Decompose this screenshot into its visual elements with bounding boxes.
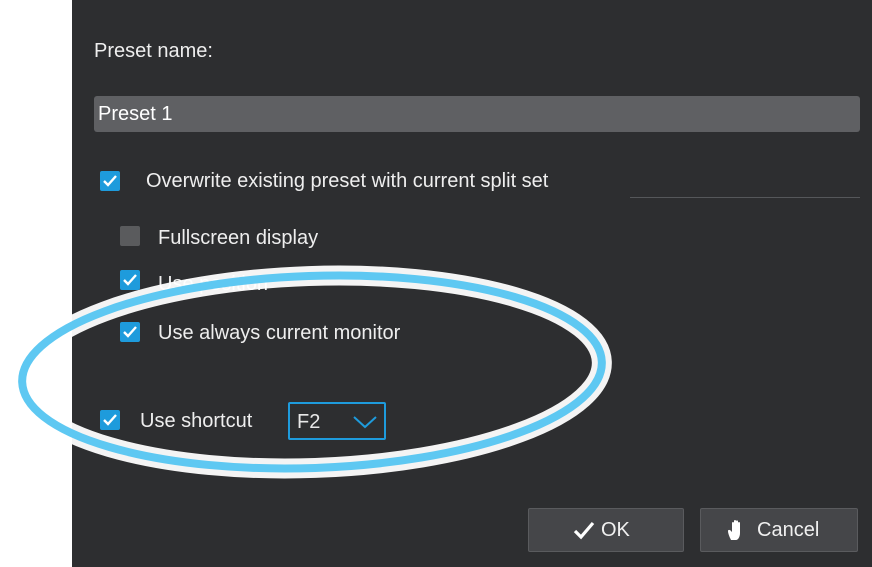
check-icon: [103, 414, 117, 426]
overwrite-underline: [630, 197, 860, 198]
shortcut-label: Use shortcut: [140, 410, 253, 432]
fullscreen-checkbox[interactable]: [120, 226, 140, 246]
hand-icon: [728, 519, 740, 540]
fullscreen-label: Fullscreen display: [158, 227, 319, 249]
cancel-label: Cancel: [757, 519, 820, 541]
preset-name-label: Preset name:: [94, 40, 213, 62]
check-icon: [123, 274, 137, 286]
ok-label: OK: [601, 519, 630, 541]
shortcut-checkbox[interactable]: [100, 410, 120, 430]
shortcut-select[interactable]: F2: [288, 402, 386, 440]
ok-button[interactable]: OK: [528, 508, 684, 552]
overwrite-checkbox[interactable]: [100, 171, 120, 191]
check-icon: [123, 326, 137, 338]
current-monitor-label: Use always current monitor: [158, 322, 401, 344]
checkmark-icon: [573, 521, 595, 540]
position-checkbox[interactable]: [120, 270, 140, 290]
preset-dialog: Preset name: Preset 1 Overwrite existing…: [72, 0, 872, 567]
shortcut-value: F2: [297, 411, 321, 433]
position-label: Use position: [158, 273, 269, 295]
preset-name-input[interactable]: Preset 1: [94, 96, 860, 132]
current-monitor-checkbox[interactable]: [120, 322, 140, 342]
cancel-button[interactable]: Cancel: [700, 508, 858, 552]
check-icon: [103, 175, 117, 187]
overwrite-label: Overwrite existing preset with current s…: [146, 170, 549, 192]
chevron-down-icon: [353, 416, 377, 429]
